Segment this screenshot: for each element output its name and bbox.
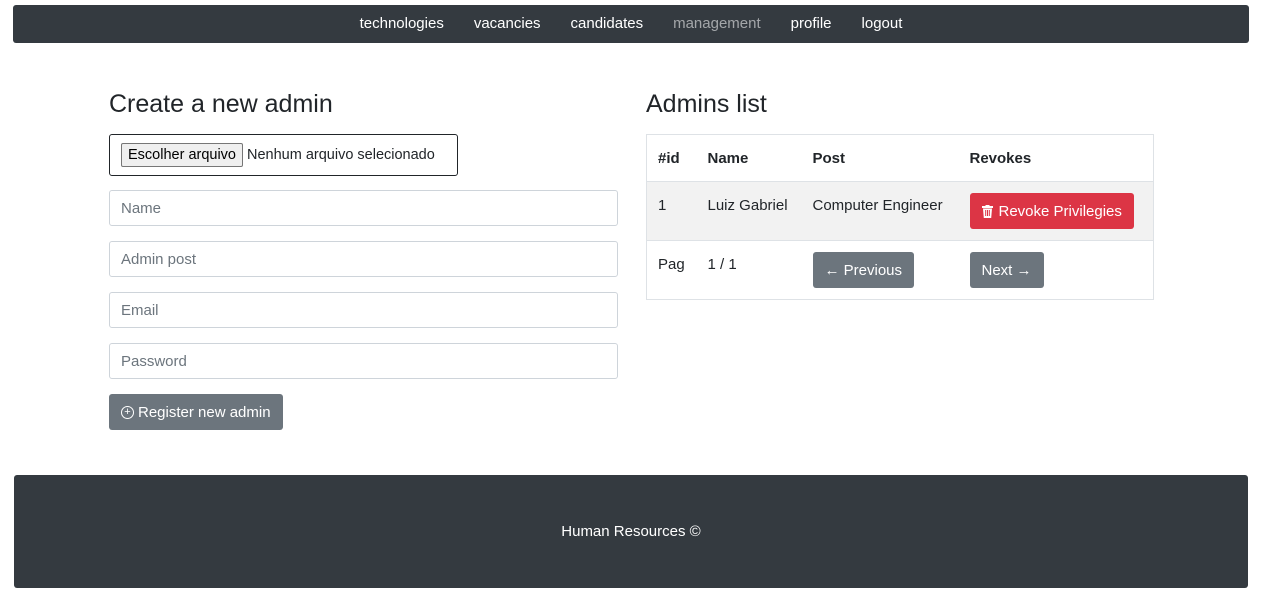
revoke-privileges-label: Revoke Privilegies xyxy=(998,202,1122,220)
table-row: 1 Luiz Gabriel Computer Engineer Revoke … xyxy=(646,181,1154,241)
admin-revoke-cell: Revoke Privilegies xyxy=(958,181,1154,241)
column-header-post: Post xyxy=(801,134,959,182)
email-input[interactable] xyxy=(109,292,618,328)
nav-item-management[interactable]: management xyxy=(658,5,776,43)
column-header-name: Name xyxy=(696,134,802,182)
admin-post-cell: Computer Engineer xyxy=(801,181,959,241)
revoke-privileges-button[interactable]: Revoke Privilegies xyxy=(969,193,1134,229)
choose-file-button[interactable]: Escolher arquivo xyxy=(121,143,243,167)
register-admin-label: Register new admin xyxy=(138,403,271,421)
pagination-value: 1 / 1 xyxy=(696,240,802,300)
column-header-revokes: Revokes xyxy=(958,134,1154,182)
password-input[interactable] xyxy=(109,343,618,379)
next-cell: Next → xyxy=(958,240,1154,300)
pagination-label: Pag xyxy=(646,240,697,300)
nav-item-candidates[interactable]: candidates xyxy=(556,5,659,43)
nav-item-logout[interactable]: logout xyxy=(847,5,918,43)
pagination-row: Pag 1 / 1 ← Previous Next → xyxy=(646,240,1154,300)
admins-list-title: Admins list xyxy=(646,90,767,118)
admin-id-cell: 1 xyxy=(646,181,697,241)
admin-name-cell: Luiz Gabriel xyxy=(696,181,802,241)
create-admin-title: Create a new admin xyxy=(109,90,333,118)
column-header-id: #id xyxy=(646,134,697,182)
table-header-row: #id Name Post Revokes xyxy=(646,134,1154,182)
previous-page-button[interactable]: ← Previous xyxy=(812,252,915,288)
create-admin-section: Create a new admin Escolher arquivo Nenh… xyxy=(109,88,618,430)
nav-item-profile[interactable]: profile xyxy=(776,5,847,43)
page-footer: Human Resources © xyxy=(14,475,1248,588)
next-page-button[interactable]: Next → xyxy=(969,252,1044,288)
admins-list-section: Admins list #id Name Post Revokes 1 Luiz… xyxy=(646,88,1154,300)
top-navbar: technologies vacancies candidates manage… xyxy=(13,5,1249,43)
register-admin-button[interactable]: + Register new admin xyxy=(109,394,283,430)
trash-icon xyxy=(981,204,993,218)
footer-text: Human Resources © xyxy=(561,523,701,540)
admins-table: #id Name Post Revokes 1 Luiz Gabriel Com… xyxy=(646,134,1154,300)
nav-links: technologies vacancies candidates manage… xyxy=(345,5,918,43)
previous-cell: ← Previous xyxy=(801,240,959,300)
name-input[interactable] xyxy=(109,190,618,226)
nav-item-technologies[interactable]: technologies xyxy=(345,5,459,43)
nav-item-vacancies[interactable]: vacancies xyxy=(459,5,556,43)
admin-post-input[interactable] xyxy=(109,241,618,277)
file-upload-field[interactable]: Escolher arquivo Nenhum arquivo selecion… xyxy=(109,134,458,176)
file-status-text: Nenhum arquivo selecionado xyxy=(247,147,435,163)
plus-circle-icon: + xyxy=(121,405,134,419)
